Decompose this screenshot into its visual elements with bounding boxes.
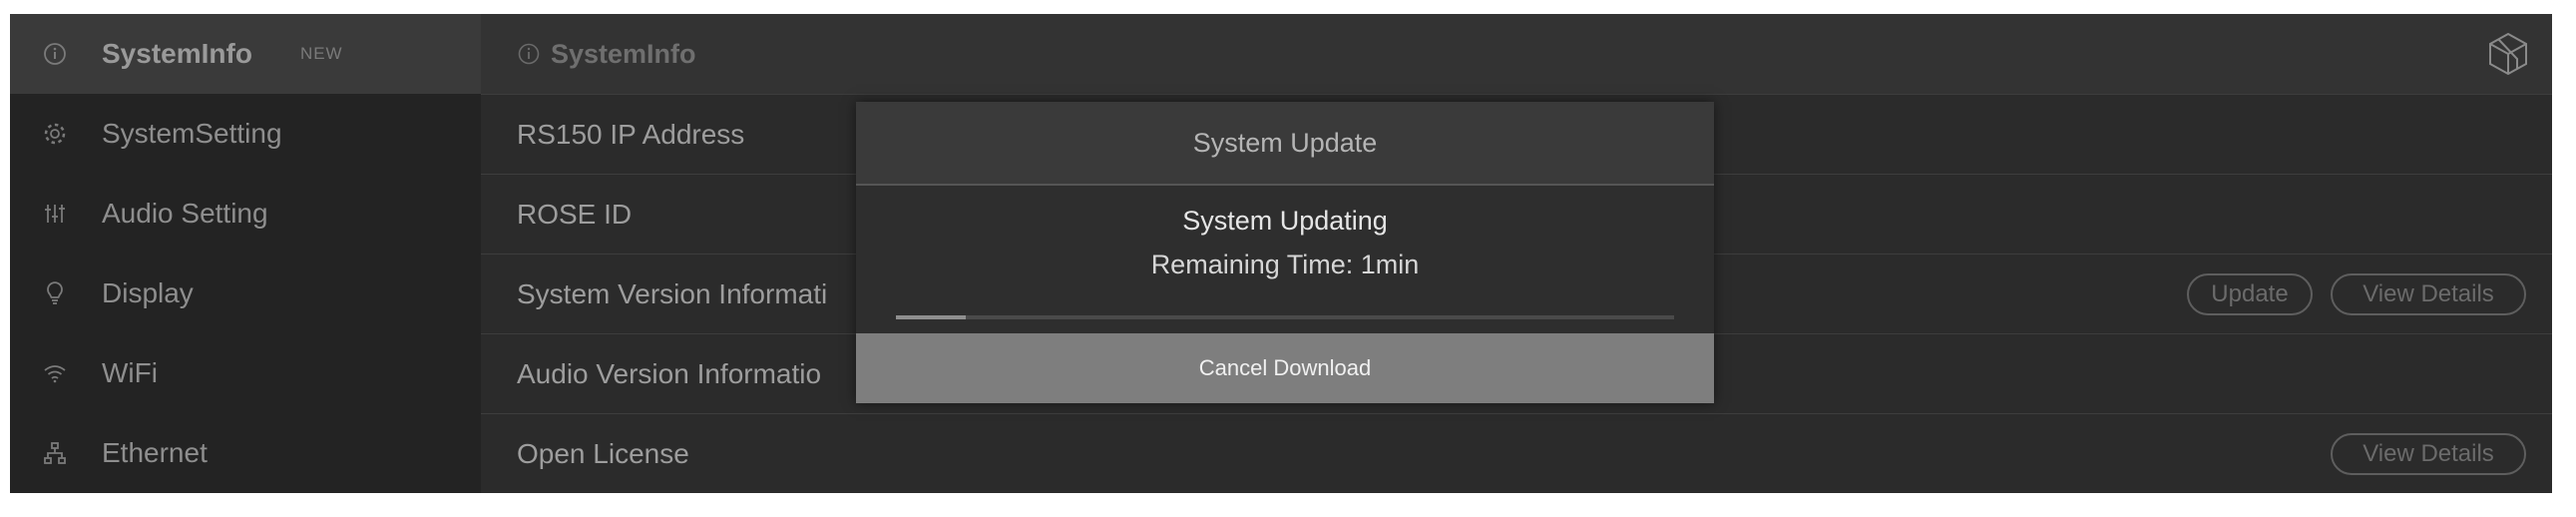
app-window: SystemInfo NEW SystemSetting Audio Setti… (10, 14, 2552, 493)
network-icon (40, 438, 70, 468)
sidebar-item-label: Audio Setting (102, 198, 268, 229)
remaining-time-text: Remaining Time: 1min (1150, 250, 1420, 279)
sidebar-item-label: Display (102, 277, 194, 308)
sidebar-item-systemsetting[interactable]: SystemSetting (10, 94, 481, 174)
view-details-button[interactable]: View Details (2331, 273, 2526, 315)
sidebar-item-label: SystemInfo (102, 38, 252, 69)
update-button[interactable]: Update (2187, 273, 2313, 315)
info-icon (518, 43, 540, 65)
row-label: System Version Informati (517, 277, 828, 309)
bulb-icon (40, 278, 70, 308)
sidebar-item-label: SystemSetting (102, 118, 282, 149)
row-open-license: Open License View Details (481, 413, 2552, 493)
sidebar-item-systeminfo[interactable]: SystemInfo NEW (10, 14, 481, 94)
system-update-dialog: System Update System Updating Remaining … (856, 102, 1714, 403)
info-icon (40, 39, 70, 69)
sidebar-item-ethernet[interactable]: Ethernet (10, 413, 481, 493)
wifi-icon (40, 358, 70, 388)
sidebar: SystemInfo NEW SystemSetting Audio Setti… (10, 14, 481, 493)
sidebar-item-display[interactable]: Display (10, 254, 481, 333)
dialog-title: System Update (856, 102, 1714, 186)
row-label: ROSE ID (517, 198, 633, 230)
sidebar-item-label: Ethernet (102, 437, 208, 468)
sidebar-item-label: WiFi (102, 357, 158, 388)
progress-fill (896, 315, 967, 319)
row-label: Audio Version Informatio (517, 357, 822, 389)
page-title: SystemInfo (551, 38, 696, 69)
sidebar-item-audio-setting[interactable]: Audio Setting (10, 174, 481, 254)
update-status-text: System Updating (1182, 206, 1388, 236)
gear-icon (40, 119, 70, 149)
view-details-button[interactable]: View Details (2331, 433, 2526, 475)
page-header: SystemInfo (481, 14, 2552, 94)
sidebar-item-wifi[interactable]: WiFi (10, 333, 481, 413)
row-label: Open License (517, 437, 689, 469)
progress-bar (896, 315, 1674, 319)
new-badge: NEW (299, 44, 343, 63)
cube-logo-icon (2489, 32, 2527, 76)
cancel-download-button[interactable]: Cancel Download (856, 333, 1714, 403)
equalizer-icon (40, 199, 70, 229)
row-label: RS150 IP Address (517, 118, 745, 150)
